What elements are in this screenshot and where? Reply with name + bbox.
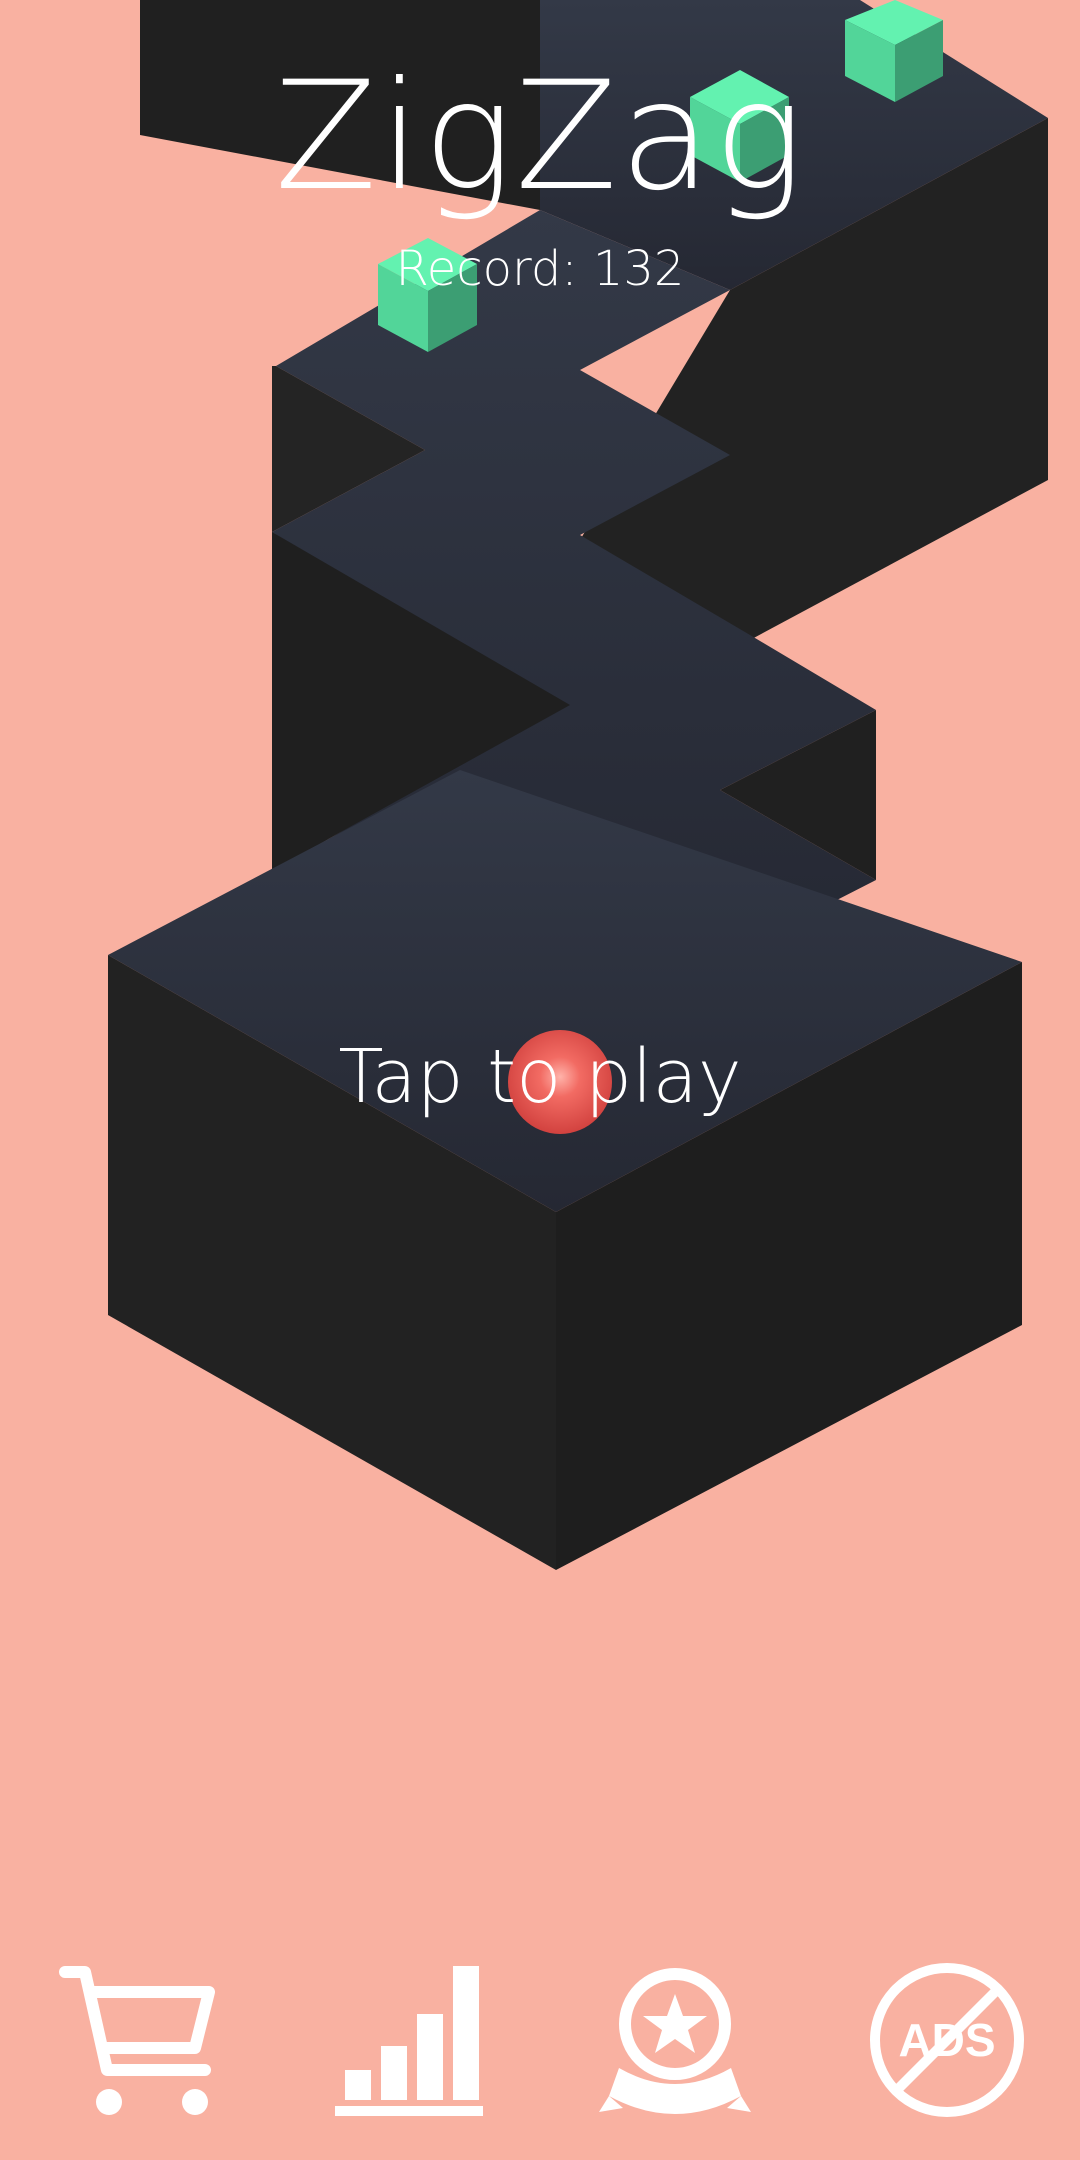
achievement-medal-icon	[599, 1968, 751, 2114]
record-score: Record: 132	[395, 241, 685, 297]
leaderboard-button[interactable]	[318, 1960, 488, 2120]
achievements-button[interactable]	[590, 1960, 760, 2120]
shopping-cart-icon	[59, 1966, 215, 2115]
shop-button[interactable]	[52, 1960, 222, 2120]
remove-ads-button[interactable]: ADS	[862, 1960, 1032, 2120]
ads-label: ADS	[898, 2014, 995, 2066]
no-ads-icon: ADS	[870, 1963, 1024, 2117]
game-screen[interactable]: ZigZag Record: 132 Tap to play ADS	[0, 0, 1080, 2160]
tap-to-play-prompt[interactable]: Tap to play	[0, 1040, 1080, 1114]
game-title: ZigZag	[274, 50, 806, 224]
bottom-toolbar: ADS	[0, 1960, 1080, 2120]
leaderboard-icon	[335, 1966, 483, 2116]
